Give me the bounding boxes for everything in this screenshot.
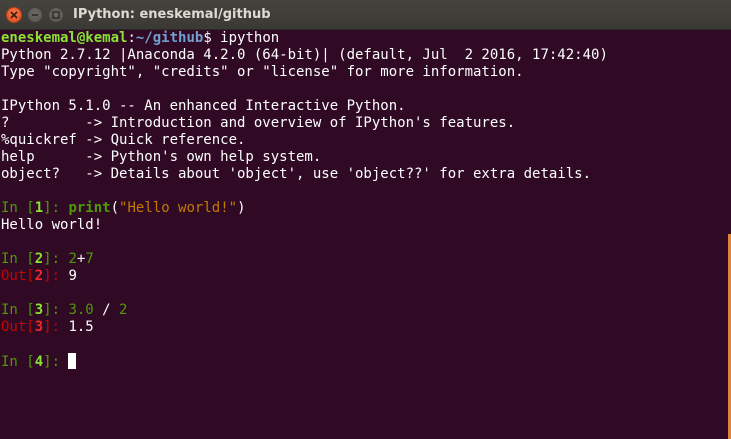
maximize-icon <box>52 11 60 19</box>
in-prompt-number: 2 <box>34 251 44 267</box>
output-prompt-line: Out[2]: 9 <box>1 268 731 285</box>
stdout-line: Hello world! <box>1 217 103 233</box>
shell-command: ipython <box>220 30 280 46</box>
banner-line: ? -> Introduction and overview of IPytho… <box>1 115 516 131</box>
prompt-dollar: $ <box>203 30 221 46</box>
in-prompt-number: 1 <box>34 200 44 216</box>
code-number: 3.0 <box>68 302 94 318</box>
out-prompt-suffix: ]: <box>43 319 69 335</box>
prompt-separator: : <box>127 30 136 46</box>
input-prompt-line[interactable]: In [4]: <box>1 353 731 370</box>
input-prompt-line: In [1]: print("Hello world!") <box>1 200 731 217</box>
prompt-user-host: eneskemal@kemal <box>1 30 128 46</box>
banner-line: %quickref -> Quick reference. <box>1 132 246 148</box>
code-builtin: print <box>68 200 111 216</box>
out-prompt-number: 2 <box>34 268 44 284</box>
in-prompt-number: 3 <box>34 302 44 318</box>
minimize-icon <box>31 11 39 19</box>
out-prompt-suffix: ]: <box>43 268 69 284</box>
output-value: 9 <box>68 268 77 284</box>
title-bar[interactable]: IPython: eneskemal/github <box>0 0 731 30</box>
in-prompt-suffix: ]: <box>43 302 69 318</box>
output-value: 1.5 <box>68 319 94 335</box>
in-prompt-suffix: ]: <box>43 251 69 267</box>
out-prompt-prefix: Out[ <box>1 319 35 335</box>
window-title: IPython: eneskemal/github <box>73 7 271 22</box>
in-prompt-number: 4 <box>34 354 44 370</box>
terminal-output[interactable]: eneskemal@kemal:~/github$ ipython Python… <box>0 30 731 439</box>
in-prompt-prefix: In [ <box>1 200 35 216</box>
in-prompt-suffix: ]: <box>43 354 69 370</box>
code-number: 2 <box>119 302 128 318</box>
code-string: "Hello world!" <box>119 200 238 216</box>
code-paren: ) <box>237 200 246 216</box>
prompt-path: ~/github <box>135 30 204 46</box>
banner-line: Type "copyright", "credits" or "license"… <box>1 64 524 80</box>
input-prompt-line: In [2]: 2+7 <box>1 251 731 268</box>
input-prompt-line: In [3]: 3.0 / 2 <box>1 302 731 319</box>
in-prompt-prefix: In [ <box>1 354 35 370</box>
minimize-button[interactable] <box>27 7 43 23</box>
maximize-button[interactable] <box>48 7 64 23</box>
banner-line <box>1 81 731 98</box>
close-button[interactable] <box>6 7 22 23</box>
code-paren: ( <box>110 200 120 216</box>
code-number: 7 <box>85 251 94 267</box>
banner-line: help -> Python's own help system. <box>1 149 322 165</box>
in-prompt-suffix: ]: <box>43 200 69 216</box>
output-prompt-line: Out[3]: 1.5 <box>1 319 731 336</box>
close-icon <box>10 11 18 19</box>
banner-line: Python 2.7.12 |Anaconda 4.2.0 (64-bit)| … <box>1 47 608 63</box>
in-prompt-prefix: In [ <box>1 251 35 267</box>
shell-prompt-line: eneskemal@kemal:~/github$ ipython <box>1 30 731 47</box>
text-cursor[interactable] <box>68 353 77 369</box>
banner-line: object? -> Details about 'object', use '… <box>1 166 592 182</box>
code-operator: / <box>93 302 120 318</box>
in-prompt-prefix: In [ <box>1 302 35 318</box>
out-prompt-prefix: Out[ <box>1 268 35 284</box>
out-prompt-number: 3 <box>34 319 44 335</box>
code-number: 2 <box>68 251 77 267</box>
terminal-window: IPython: eneskemal/github eneskemal@kema… <box>0 0 731 439</box>
banner-line: IPython 5.1.0 -- An enhanced Interactive… <box>1 98 406 114</box>
